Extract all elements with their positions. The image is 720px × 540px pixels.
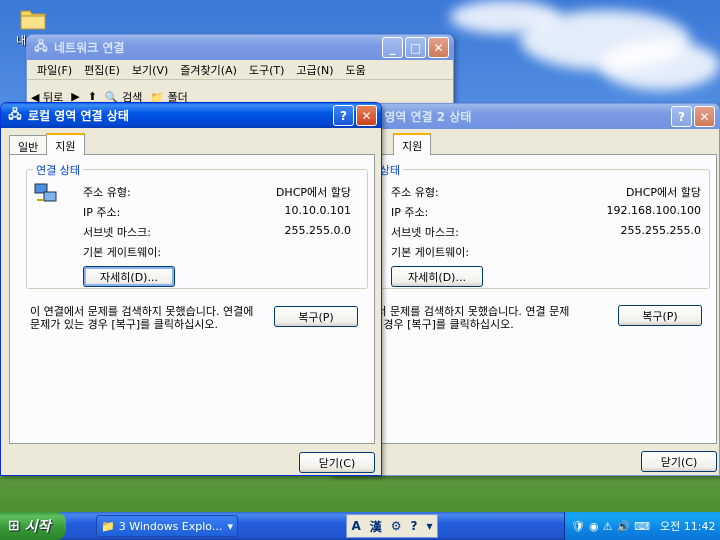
dropdown-arrow-icon: ▾ xyxy=(227,519,233,533)
default-gateway-label: 기본 게이트웨이: xyxy=(83,246,162,259)
subnet-mask-label: 서브넷 마스크: xyxy=(391,226,459,239)
help-icon[interactable]: ? xyxy=(411,519,418,533)
start-button[interactable]: ⊞ 시작 xyxy=(0,512,66,540)
system-tray: 🛡 ◉ ⚠ 🔊 ⌨ 오전 11:42 xyxy=(564,512,720,540)
help-button[interactable]: ? xyxy=(671,106,692,127)
minimize-button[interactable]: _ xyxy=(382,37,403,58)
tab-support[interactable]: 지원 xyxy=(46,133,85,155)
lan-dialog-title: 로컬 영역 연결 상태 xyxy=(28,109,129,123)
address-type-value: DHCP에서 할당 xyxy=(275,186,351,199)
start-label: 시작 xyxy=(24,519,51,535)
lan-dialog-titlebar[interactable]: 🖧 로컬 영역 연결 상태 ? ✕ xyxy=(1,103,381,128)
repair-button[interactable]: 복구(P) xyxy=(618,305,702,326)
address-type-value: DHCP에서 할당 xyxy=(625,186,701,199)
lan2-status-dialog[interactable]: 🖧 로컬 영역 연결 2 상태 ? ✕ 지원 연결 상태 주소 유형: DHCP… xyxy=(330,103,720,476)
network-window-title: 네트워크 연결 xyxy=(54,41,125,55)
lan2-dialog-title: 로컬 영역 연결 2 상태 xyxy=(358,110,472,124)
ime-settings-icon[interactable]: ⚙ xyxy=(391,519,402,533)
group-label: 연결 상태 xyxy=(33,162,83,178)
tab-strip: 지원 xyxy=(393,133,432,155)
tab-support[interactable]: 지원 xyxy=(393,133,432,155)
taskbar: ⊞ 시작 📁 3 Windows Explo... ▾ A 漢 ⚙ ? ▾ 🛡 … xyxy=(0,512,720,540)
tab-panel: 연결 상태 주소 유형: DHCP에서 할당 IP 주소: 192.168.10… xyxy=(339,154,717,444)
network-status-icon[interactable]: ⚠ xyxy=(603,520,613,533)
lan-status-dialog[interactable]: 🖧 로컬 영역 연결 상태 ? ✕ 일반 지원 연결 상태 주소 유형: DHC… xyxy=(0,102,382,476)
subnet-mask-label: 서브넷 마스크: xyxy=(83,226,151,239)
details-button[interactable]: 자세히(D)... xyxy=(391,266,483,287)
menu-view[interactable]: 보기(V) xyxy=(126,62,174,78)
tab-panel: 연결 상태 주소 유형: DHCP에서 할당 IP 주소: 10.10.0.10… xyxy=(9,154,375,444)
maximize-button[interactable]: □ xyxy=(405,37,426,58)
close-button[interactable]: ✕ xyxy=(428,37,449,58)
taskbar-explorer-group[interactable]: 📁 3 Windows Explo... ▾ xyxy=(96,515,238,537)
connection-status-group: 연결 상태 주소 유형: DHCP에서 할당 IP 주소: 192.168.10… xyxy=(346,162,710,289)
menu-edit[interactable]: 편집(E) xyxy=(78,62,126,78)
repair-message: 이 연결에서 문제를 검색하지 못했습니다. 연결에 문제가 있는 경우 [복구… xyxy=(30,305,254,331)
ime-mode-a[interactable]: A xyxy=(351,519,360,533)
keyboard-icon[interactable]: ⌨ xyxy=(634,520,650,533)
close-button[interactable]: ✕ xyxy=(356,105,377,126)
windows-logo-icon: ⊞ xyxy=(8,518,20,534)
ime-options-icon[interactable]: ▾ xyxy=(426,519,432,533)
close-dialog-button[interactable]: 닫기(C) xyxy=(299,452,375,473)
details-button[interactable]: 자세히(D)... xyxy=(83,266,175,287)
security-shield-icon[interactable]: 🛡 xyxy=(571,520,585,533)
taskbar-item-label: 3 Windows Explo... xyxy=(118,519,223,533)
ime-hanja[interactable]: 漢 xyxy=(370,518,382,535)
subnet-mask-value: 255.255.0.0 xyxy=(284,224,351,237)
clock[interactable]: 오전 11:42 xyxy=(660,518,715,534)
menu-bar: 파일(F) 편집(E) 보기(V) 즐겨찾기(A) 도구(T) 고급(N) 도움 xyxy=(27,60,453,80)
subnet-mask-value: 255.255.255.0 xyxy=(620,224,701,237)
volume-icon[interactable]: 🔊 xyxy=(616,520,630,533)
ip-address-label: IP 주소: xyxy=(83,206,121,219)
menu-favorites[interactable]: 즐겨찾기(A) xyxy=(174,62,243,78)
lan2-dialog-titlebar[interactable]: 🖧 로컬 영역 연결 2 상태 ? ✕ xyxy=(331,104,719,129)
address-type-label: 주소 유형: xyxy=(391,186,439,199)
default-gateway-label: 기본 게이트웨이: xyxy=(391,246,470,259)
ip-address-label: IP 주소: xyxy=(391,206,429,219)
network-computers-icon xyxy=(33,180,59,209)
cloud xyxy=(600,40,720,90)
cloud xyxy=(450,0,560,34)
network-window-titlebar[interactable]: 🖧 네트워크 연결 _ □ ✕ xyxy=(27,35,453,60)
ime-toolbar[interactable]: A 漢 ⚙ ? ▾ xyxy=(346,514,438,538)
address-type-label: 주소 유형: xyxy=(83,186,131,199)
network-folder-icon: 🖧 xyxy=(34,39,48,53)
menu-file[interactable]: 파일(F) xyxy=(31,62,78,78)
folder-icon: 📁 xyxy=(101,519,115,533)
desktop-icon-label[interactable]: 내 xyxy=(16,32,26,48)
my-documents-icon[interactable] xyxy=(18,2,48,32)
antivirus-icon[interactable]: ◉ xyxy=(589,520,599,533)
menu-help[interactable]: 도움 xyxy=(340,62,372,78)
help-button[interactable]: ? xyxy=(333,105,354,126)
ip-address-value: 192.168.100.100 xyxy=(606,204,701,217)
tab-general[interactable]: 일반 xyxy=(9,135,48,155)
menu-advanced[interactable]: 고급(N) xyxy=(290,62,339,78)
close-button[interactable]: ✕ xyxy=(694,106,715,127)
repair-button[interactable]: 복구(P) xyxy=(274,306,358,327)
close-dialog-button[interactable]: 닫기(C) xyxy=(641,451,717,472)
tab-strip: 일반 지원 xyxy=(9,133,85,155)
ip-address-value: 10.10.0.101 xyxy=(284,204,351,217)
connection-status-group: 연결 상태 주소 유형: DHCP에서 할당 IP 주소: 10.10.0.10… xyxy=(26,162,368,289)
menu-tools[interactable]: 도구(T) xyxy=(243,62,291,78)
network-connection-icon: 🖧 xyxy=(8,107,22,121)
